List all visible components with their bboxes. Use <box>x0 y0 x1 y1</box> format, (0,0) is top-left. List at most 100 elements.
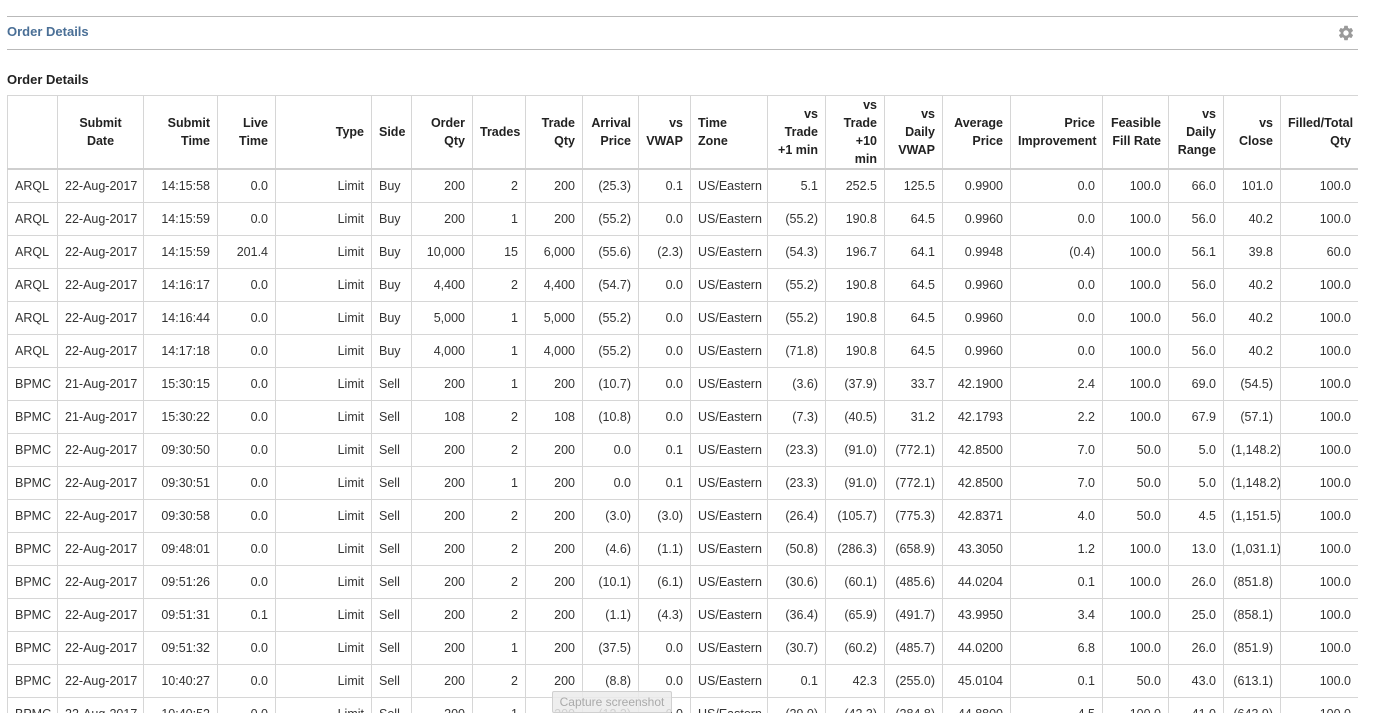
cell-live-time: 0.0 <box>217 664 276 698</box>
cell-vs-close: (858.1) <box>1223 598 1281 632</box>
cell-type: Limit <box>275 268 372 302</box>
cell-vs-trade-10min: 196.7 <box>825 235 885 269</box>
cell-vs-close: 101.0 <box>1223 168 1281 203</box>
column-header-trades[interactable]: Trades <box>472 95 526 170</box>
cell-type: Limit <box>275 499 372 533</box>
cell-side: Buy <box>371 168 412 203</box>
column-header-vs-trade-10min[interactable]: vs Trade +10 min <box>825 95 885 170</box>
table-row[interactable]: BPMC 22-Aug-2017 10:40:27 0.0 Limit Sell 200 2 2… <box>7 664 1358 698</box>
cell-vs-vwap: 0.0 <box>638 268 691 302</box>
column-header-submit-date[interactable]: Submit Date <box>57 95 144 170</box>
cell-side: Buy <box>371 301 412 335</box>
cell-trades: 1 <box>472 334 526 368</box>
cell-feasible-fill-rate: 100.0 <box>1102 168 1169 203</box>
cell-vs-trade-1min: (23.3) <box>767 433 826 467</box>
column-header-price-improvement[interactable]: Price Improvement <box>1010 95 1103 170</box>
gear-icon[interactable] <box>1337 24 1355 42</box>
cell-order-qty: 200 <box>411 367 473 401</box>
column-header-order-qty[interactable]: Order Qty <box>411 95 473 170</box>
order-details-table-container[interactable]: Submit Date Submit Time Live Time Type Side O… <box>7 95 1358 713</box>
cell-submit-date: 22-Aug-2017 <box>57 168 144 203</box>
cell-average-price: 44.0204 <box>942 565 1011 599</box>
table-row[interactable]: BPMC 21-Aug-2017 15:30:15 0.0 Limit Sell 200 1 2… <box>7 367 1358 401</box>
cell-average-price: 43.3050 <box>942 532 1011 566</box>
cell-feasible-fill-rate: 100.0 <box>1102 631 1169 665</box>
cell-vs-daily-vwap: (485.6) <box>884 565 943 599</box>
cell-trade-qty: 200 <box>525 466 583 500</box>
cell-trade-qty: 108 <box>525 400 583 434</box>
column-header-vs-close[interactable]: vs Close <box>1223 95 1281 170</box>
cell-filled-total-qty: 100.0 <box>1280 202 1358 236</box>
cell-side: Sell <box>371 433 412 467</box>
cell-side: Sell <box>371 664 412 698</box>
cell-submit-date: 22-Aug-2017 <box>57 532 144 566</box>
cell-submit-date: 22-Aug-2017 <box>57 466 144 500</box>
cell-vs-vwap: 0.0 <box>638 631 691 665</box>
cell-vs-daily-range: 56.0 <box>1168 301 1224 335</box>
cell-arrival-price: 0.0 <box>582 433 639 467</box>
cell-time-zone: US/Eastern <box>690 433 768 467</box>
table-row[interactable]: ARQL 22-Aug-2017 14:17:18 0.0 Limit Buy 4,000 1… <box>7 334 1358 368</box>
column-header-time-zone[interactable]: Time Zone <box>690 95 768 170</box>
table-row[interactable]: BPMC 21-Aug-2017 15:30:22 0.0 Limit Sell 108 2 1… <box>7 400 1358 434</box>
cell-side: Buy <box>371 235 412 269</box>
column-header-symbol[interactable] <box>7 95 58 170</box>
cell-trade-qty: 5,000 <box>525 301 583 335</box>
column-header-submit-time[interactable]: Submit Time <box>143 95 218 170</box>
table-row[interactable]: ARQL 22-Aug-2017 14:15:59 0.0 Limit Buy 200 1 20… <box>7 202 1358 236</box>
cell-feasible-fill-rate: 50.0 <box>1102 664 1169 698</box>
cell-trades: 2 <box>472 400 526 434</box>
table-row[interactable]: BPMC 22-Aug-2017 09:51:26 0.0 Limit Sell 200 2 2… <box>7 565 1358 599</box>
table-row[interactable]: ARQL 22-Aug-2017 14:15:58 0.0 Limit Buy 200 2 20… <box>7 168 1358 203</box>
cell-feasible-fill-rate: 50.0 <box>1102 499 1169 533</box>
column-header-type[interactable]: Type <box>275 95 372 170</box>
cell-arrival-price: (37.5) <box>582 631 639 665</box>
cell-vs-daily-range: 66.0 <box>1168 168 1224 203</box>
cell-average-price: 42.8500 <box>942 433 1011 467</box>
cell-type: Limit <box>275 400 372 434</box>
column-header-feasible-fill-rate[interactable]: Feasible Fill Rate <box>1102 95 1169 170</box>
table-row[interactable]: BPMC 22-Aug-2017 09:51:31 0.1 Limit Sell 200 2 2… <box>7 598 1358 632</box>
column-header-arrival-price[interactable]: Arrival Price <box>582 95 639 170</box>
cell-feasible-fill-rate: 100.0 <box>1102 400 1169 434</box>
cell-vs-daily-vwap: (284.8) <box>884 697 943 713</box>
capture-screenshot-overlay[interactable]: Capture screenshot <box>552 691 672 713</box>
column-header-trade-qty[interactable]: Trade Qty <box>525 95 583 170</box>
column-header-filled-total-qty[interactable]: Filled/Total Qty <box>1280 95 1358 170</box>
cell-vs-daily-vwap: (491.7) <box>884 598 943 632</box>
table-row[interactable]: BPMC 22-Aug-2017 09:30:51 0.0 Limit Sell 200 1 2… <box>7 466 1358 500</box>
column-header-side[interactable]: Side <box>371 95 412 170</box>
column-header-vs-vwap[interactable]: vs VWAP <box>638 95 691 170</box>
cell-trades: 2 <box>472 598 526 632</box>
table-row[interactable]: BPMC 22-Aug-2017 09:30:50 0.0 Limit Sell 200 2 2… <box>7 433 1358 467</box>
cell-submit-date: 22-Aug-2017 <box>57 268 144 302</box>
column-header-vs-daily-range[interactable]: vs Daily Range <box>1168 95 1224 170</box>
cell-live-time: 0.0 <box>217 268 276 302</box>
cell-submit-date: 22-Aug-2017 <box>57 631 144 665</box>
cell-order-qty: 200 <box>411 466 473 500</box>
cell-order-qty: 200 <box>411 499 473 533</box>
table-row[interactable]: BPMC 22-Aug-2017 09:48:01 0.0 Limit Sell 200 2 2… <box>7 532 1358 566</box>
cell-vs-trade-1min: (26.4) <box>767 499 826 533</box>
cell-type: Limit <box>275 697 372 713</box>
cell-filled-total-qty: 100.0 <box>1280 664 1358 698</box>
table-row[interactable]: ARQL 22-Aug-2017 14:16:44 0.0 Limit Buy 5,000 1… <box>7 301 1358 335</box>
table-row[interactable]: ARQL 22-Aug-2017 14:16:17 0.0 Limit Buy 4,400 2… <box>7 268 1358 302</box>
cell-average-price: 0.9960 <box>942 301 1011 335</box>
cell-feasible-fill-rate: 100.0 <box>1102 235 1169 269</box>
cell-vs-trade-10min: (286.3) <box>825 532 885 566</box>
cell-trades: 1 <box>472 367 526 401</box>
cell-vs-daily-vwap: 31.2 <box>884 400 943 434</box>
table-row[interactable]: ARQL 22-Aug-2017 14:15:59 201.4 Limit Buy 10,0… <box>7 235 1358 269</box>
column-header-live-time[interactable]: Live Time <box>217 95 276 170</box>
cell-vs-trade-1min: (55.2) <box>767 202 826 236</box>
column-header-average-price[interactable]: Average Price <box>942 95 1011 170</box>
table-row[interactable]: BPMC 22-Aug-2017 09:30:58 0.0 Limit Sell 200 2 2… <box>7 499 1358 533</box>
table-row[interactable]: BPMC22-Aug-201710:40:520.0LimitSell20012… <box>7 697 1358 713</box>
column-header-vs-trade-1min[interactable]: vs Trade +1 min <box>767 95 826 170</box>
table-row[interactable]: BPMC 22-Aug-2017 09:51:32 0.0 Limit Sell 200 1 2… <box>7 631 1358 665</box>
cell-live-time: 0.0 <box>217 202 276 236</box>
cell-order-qty: 200 <box>411 697 473 713</box>
column-header-vs-daily-vwap[interactable]: vs Daily VWAP <box>884 95 943 170</box>
cell-time-zone: US/Eastern <box>690 268 768 302</box>
